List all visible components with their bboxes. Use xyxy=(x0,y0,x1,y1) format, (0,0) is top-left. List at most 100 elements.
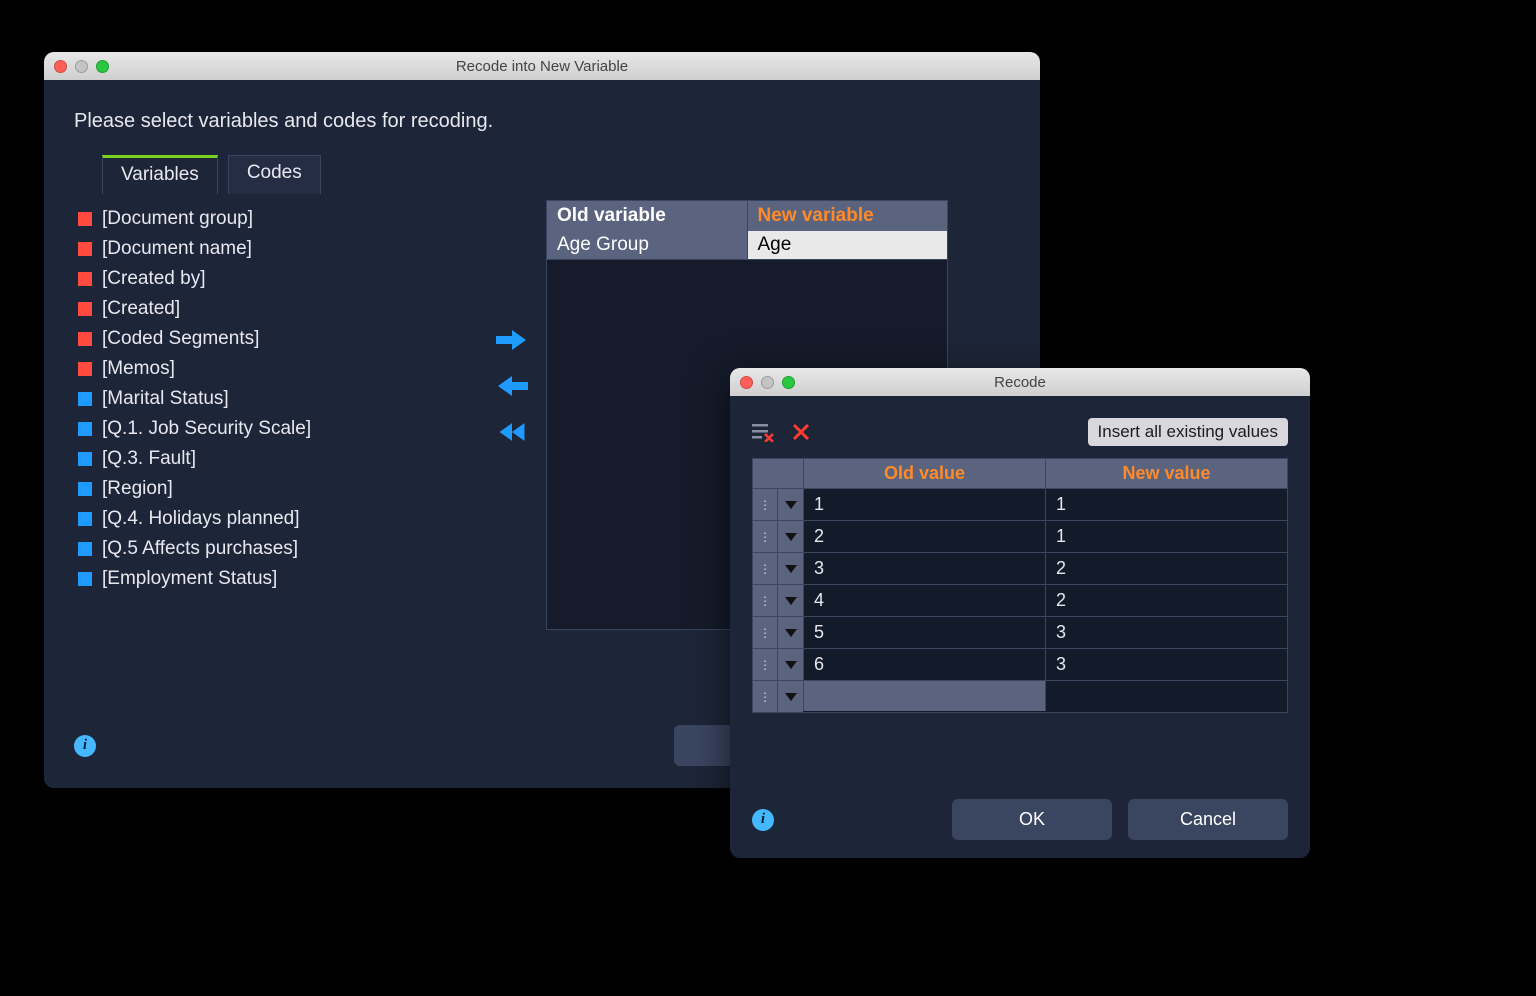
list-item[interactable]: [Region] xyxy=(74,474,434,504)
table-header-row: Old variable New variable xyxy=(547,201,947,231)
list-item[interactable]: [Q.1. Job Security Scale] xyxy=(74,414,434,444)
variable-color-icon xyxy=(78,332,92,346)
table-row[interactable]: ⋮ 3 2 xyxy=(753,552,1287,584)
old-value-cell[interactable]: 4 xyxy=(803,585,1045,616)
row-dropdown-icon[interactable] xyxy=(777,489,803,520)
tab-variables[interactable]: Variables xyxy=(102,155,218,194)
cancel-button[interactable]: Cancel xyxy=(1128,799,1288,840)
new-value-cell[interactable]: 3 xyxy=(1045,617,1287,648)
minimize-icon[interactable] xyxy=(761,376,774,389)
instruction-text: Please select variables and codes for re… xyxy=(74,110,1010,133)
insert-all-values-button[interactable]: Insert all existing values xyxy=(1088,418,1288,446)
list-item[interactable]: [Document name] xyxy=(74,234,434,264)
recode-values-table: Old value New value ⋮ 1 1 ⋮ 2 1 ⋮ 3 2 xyxy=(752,458,1288,713)
table-row[interactable]: Age Group Age xyxy=(547,231,947,259)
row-dropdown-icon[interactable] xyxy=(777,585,803,616)
row-handle-icon[interactable]: ⋮ xyxy=(753,681,777,712)
table-header-row: Old value New value xyxy=(753,459,1287,488)
old-value-cell[interactable]: 2 xyxy=(803,521,1045,552)
variable-label: [Region] xyxy=(102,478,173,500)
variable-color-icon xyxy=(78,422,92,436)
variable-list: [Document group] [Document name] [Create… xyxy=(74,204,434,594)
row-handle-icon[interactable]: ⋮ xyxy=(753,617,777,648)
row-dropdown-icon[interactable] xyxy=(777,617,803,648)
delete-icon[interactable] xyxy=(792,423,810,441)
info-icon[interactable]: i xyxy=(752,809,774,831)
table-row[interactable]: ⋮ 5 3 xyxy=(753,616,1287,648)
old-variable-header: Old variable xyxy=(547,201,748,231)
tab-codes[interactable]: Codes xyxy=(228,155,321,194)
minimize-icon[interactable] xyxy=(75,60,88,73)
list-item[interactable]: [Q.5 Affects purchases] xyxy=(74,534,434,564)
variable-color-icon xyxy=(78,572,92,586)
table-row[interactable]: ⋮ 2 1 xyxy=(753,520,1287,552)
new-value-cell[interactable]: 1 xyxy=(1045,521,1287,552)
old-value-cell[interactable] xyxy=(803,681,1045,711)
add-arrow-button[interactable] xyxy=(496,326,528,354)
old-value-cell[interactable]: 1 xyxy=(803,489,1045,520)
old-value-cell[interactable]: 5 xyxy=(803,617,1045,648)
row-dropdown-icon[interactable] xyxy=(777,681,803,712)
list-item[interactable]: [Q.4. Holidays planned] xyxy=(74,504,434,534)
new-value-cell[interactable]: 2 xyxy=(1045,553,1287,584)
variable-color-icon xyxy=(78,452,92,466)
list-item[interactable]: [Created by] xyxy=(74,264,434,294)
table-row[interactable]: ⋮ 1 1 xyxy=(753,488,1287,520)
old-value-cell[interactable]: 6 xyxy=(803,649,1045,680)
info-icon[interactable]: i xyxy=(74,735,96,757)
variable-color-icon xyxy=(78,362,92,376)
row-handle-icon[interactable]: ⋮ xyxy=(753,649,777,680)
row-dropdown-icon[interactable] xyxy=(777,553,803,584)
zoom-icon[interactable] xyxy=(96,60,109,73)
new-value-cell[interactable]: 1 xyxy=(1045,489,1287,520)
variable-label: [Coded Segments] xyxy=(102,328,259,350)
list-item[interactable]: [Document group] xyxy=(74,204,434,234)
list-item[interactable]: [Created] xyxy=(74,294,434,324)
new-variable-cell[interactable]: Age xyxy=(748,231,948,259)
arrow-right-icon xyxy=(496,326,528,354)
variable-label: [Q.3. Fault] xyxy=(102,448,196,470)
new-value-cell[interactable]: 2 xyxy=(1045,585,1287,616)
table-row[interactable]: ⋮ 6 3 xyxy=(753,648,1287,680)
variable-label: [Employment Status] xyxy=(102,568,277,590)
variable-label: [Q.1. Job Security Scale] xyxy=(102,418,311,440)
list-item[interactable]: [Employment Status] xyxy=(74,564,434,594)
window-controls xyxy=(44,60,109,73)
remove-arrow-button[interactable] xyxy=(496,372,528,400)
variable-label: [Document name] xyxy=(102,238,252,260)
old-variable-cell: Age Group xyxy=(547,231,748,259)
ok-button[interactable]: OK xyxy=(952,799,1112,840)
variable-color-icon xyxy=(78,242,92,256)
row-handle-icon[interactable]: ⋮ xyxy=(753,585,777,616)
table-row[interactable]: ⋮ 4 2 xyxy=(753,584,1287,616)
table-row-empty[interactable]: ⋮ xyxy=(753,680,1287,712)
new-value-cell[interactable] xyxy=(1045,681,1287,711)
list-item[interactable]: [Coded Segments] xyxy=(74,324,434,354)
clear-list-icon[interactable] xyxy=(752,422,774,442)
remove-all-arrow-button[interactable] xyxy=(496,418,528,446)
titlebar[interactable]: Recode xyxy=(730,368,1310,396)
old-value-cell[interactable]: 3 xyxy=(803,553,1045,584)
list-item[interactable]: [Memos] xyxy=(74,354,434,384)
row-dropdown-icon[interactable] xyxy=(777,649,803,680)
new-value-cell[interactable]: 3 xyxy=(1045,649,1287,680)
variable-color-icon xyxy=(78,272,92,286)
row-handle-icon[interactable]: ⋮ xyxy=(753,521,777,552)
list-item[interactable]: [Q.3. Fault] xyxy=(74,444,434,474)
new-variable-header: New variable xyxy=(748,201,948,231)
double-arrow-left-icon xyxy=(496,418,528,446)
variable-label: [Document group] xyxy=(102,208,253,230)
variable-label: [Q.5 Affects purchases] xyxy=(102,538,298,560)
list-item[interactable]: [Marital Status] xyxy=(74,384,434,414)
close-icon[interactable] xyxy=(54,60,67,73)
row-dropdown-icon[interactable] xyxy=(777,521,803,552)
row-handle-icon[interactable]: ⋮ xyxy=(753,489,777,520)
close-icon[interactable] xyxy=(740,376,753,389)
variable-label: [Q.4. Holidays planned] xyxy=(102,508,300,530)
zoom-icon[interactable] xyxy=(782,376,795,389)
new-value-header: New value xyxy=(1045,459,1287,488)
variable-color-icon xyxy=(78,542,92,556)
variable-label: [Created] xyxy=(102,298,180,320)
titlebar[interactable]: Recode into New Variable xyxy=(44,52,1040,80)
row-handle-icon[interactable]: ⋮ xyxy=(753,553,777,584)
